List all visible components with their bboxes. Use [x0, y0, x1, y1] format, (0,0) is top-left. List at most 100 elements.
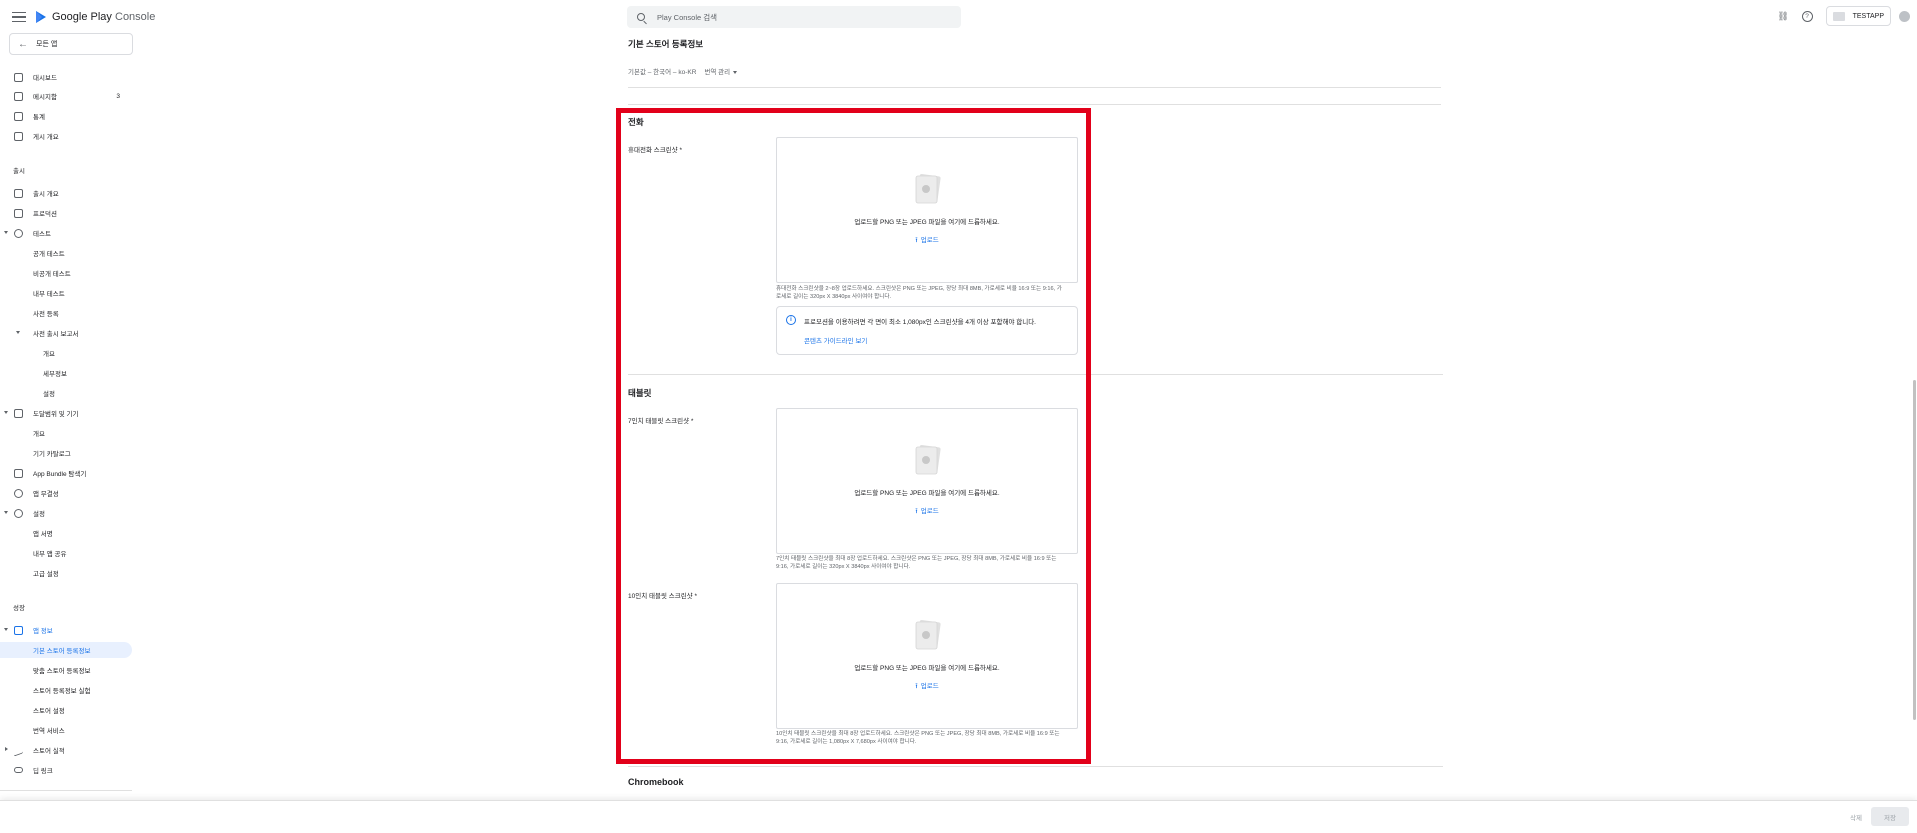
scrollbar[interactable] — [1912, 0, 1917, 800]
divider — [628, 766, 1443, 767]
sidebar-item-release-overview[interactable]: 출시 개요 — [0, 185, 132, 201]
sidebar-item-pre-launch-report[interactable]: 사전 출시 보고서 — [0, 325, 132, 341]
link-icon[interactable]: ⛓ — [1777, 11, 1788, 22]
sidebar-item-deep-links[interactable]: 딥 링크 — [0, 762, 132, 778]
sidebar-item-label: 앱 서명 — [33, 531, 53, 538]
app-thumbnail-icon — [1832, 11, 1845, 21]
sidebar-item-closed-testing[interactable]: 비공개 테스트 — [0, 265, 132, 281]
sidebar-item-open-testing[interactable]: 공개 테스트 — [0, 245, 132, 261]
sidebar-item-testing[interactable]: 테스트 — [0, 225, 132, 241]
sidebar-item-store-presence[interactable]: 앱 정보 — [0, 622, 132, 638]
help-line: 10인치 태블릿 스크린샷을 최대 8장 업로드하세요. 스크린샷은 PNG 또… — [776, 731, 1060, 737]
tablet10-help-text: 10인치 태블릿 스크린샷을 최대 8장 업로드하세요. 스크린샷은 PNG 또… — [776, 730, 1080, 746]
sidebar-item-inbox[interactable]: 메시지함 3 — [0, 88, 132, 104]
divider — [628, 104, 1441, 105]
upload-button[interactable]: ⭱ 업로드 — [777, 234, 1077, 247]
section-label-growth: 성장 — [13, 605, 25, 612]
chromebook-section-title: Chromebook — [628, 777, 684, 787]
sidebar-item-internal-app-sharing[interactable]: 내부 앱 공유 — [0, 545, 132, 561]
sidebar-item-app-signing[interactable]: 앱 서명 — [0, 525, 132, 541]
sidebar-item-label: 공개 테스트 — [33, 251, 65, 258]
chevron-down-icon — [4, 511, 8, 514]
search-placeholder: Play Console 검색 — [657, 12, 718, 22]
sidebar-item-main-store-listing[interactable]: 기본 스토어 등록정보 — [0, 642, 132, 658]
phone-help-text: 휴대전화 스크린샷을 2~8장 업로드하세요. 스크린샷은 PNG 또는 JPE… — [776, 285, 1080, 301]
sidebar-item-translation-service[interactable]: 번역 서비스 — [0, 722, 132, 738]
sidebar-item-label: 사전 출시 보고서 — [33, 331, 79, 338]
sidebar-item-label: 도달범위 및 기기 — [33, 411, 79, 418]
tablet7-screenshots-label: 7인치 태블릿 스크린샷 * — [628, 418, 694, 425]
sidebar-item-store-performance[interactable]: 스토어 실적 — [0, 742, 132, 758]
sidebar-item-reach-devices[interactable]: 도달범위 및 기기 — [0, 405, 132, 421]
all-apps-button[interactable]: ← 모든 앱 — [9, 33, 133, 55]
sidebar-item-label: 설정 — [33, 511, 45, 518]
manage-translations-button[interactable]: 번역 관리 — [704, 66, 737, 76]
sidebar-item-internal-testing[interactable]: 내부 테스트 — [0, 285, 132, 301]
promo-info-box: i 프로모션을 이용하려면 각 면이 최소 1,080px인 스크린샷을 4개 … — [776, 306, 1078, 355]
sidebar-item-label: 출시 개요 — [33, 191, 59, 198]
account-switcher[interactable]: TESTAPP — [1825, 6, 1891, 26]
search-input[interactable]: Play Console 검색 — [627, 6, 961, 28]
sidebar-item-prelaunch-settings[interactable]: 설정 — [0, 385, 132, 401]
upload-label: 업로드 — [920, 237, 939, 244]
tablet-section-title: 태블릿 — [628, 388, 652, 398]
image-placeholder-icon — [915, 174, 941, 204]
tablet10-screenshots-label: 10인치 태블릿 스크린샷 * — [628, 593, 697, 600]
sidebar-divider — [0, 790, 132, 791]
dashboard-icon — [14, 72, 23, 82]
help-line: 휴대전화 스크린샷을 2~8장 업로드하세요. 스크린샷은 PNG 또는 JPE… — [776, 286, 1062, 292]
upload-button[interactable]: ⭱ 업로드 — [777, 680, 1077, 693]
sidebar-item-label: 기본 스토어 등록정보 — [33, 648, 91, 655]
save-button[interactable]: 저장 — [1871, 807, 1909, 826]
help-icon[interactable]: ? — [1801, 10, 1813, 22]
bundle-icon — [14, 468, 23, 478]
sidebar-item-label: 기기 카탈로그 — [33, 451, 71, 458]
default-language: 기본값 – 한국어 – ko-KR — [628, 69, 697, 76]
top-actions: ⛓ ? TESTAPP — [1777, 5, 1917, 27]
sidebar-item-device-catalog[interactable]: 기기 카탈로그 — [0, 445, 132, 461]
sidebar-item-publishing-overview[interactable]: 게시 개요 — [0, 128, 132, 144]
chevron-down-icon — [4, 411, 8, 414]
sidebar-item-pre-registration[interactable]: 사전 등록 — [0, 305, 132, 321]
sidebar-item-label: 스토어 설정 — [33, 708, 65, 715]
sidebar-item-store-listing-experiments[interactable]: 스토어 등록정보 실험 — [0, 682, 132, 698]
sidebar-item-setup[interactable]: 설정 — [0, 505, 132, 521]
tablet7-screenshot-dropzone[interactable]: 업로드할 PNG 또는 JPEG 파일을 여기에 드롭하세요. ⭱ 업로드 — [776, 408, 1078, 554]
help-line: 7인치 태블릿 스크린샷을 최대 8장 업로드하세요. 스크린샷은 PNG 또는… — [776, 556, 1057, 562]
avatar[interactable] — [1899, 10, 1910, 22]
upload-label: 업로드 — [920, 683, 939, 690]
all-apps-label: 모든 앱 — [36, 41, 58, 48]
scrollbar-thumb[interactable] — [1913, 380, 1916, 720]
link-icon — [14, 767, 23, 773]
divider — [628, 87, 1441, 88]
sidebar-item-prelaunch-details[interactable]: 세부정보 — [0, 365, 132, 381]
sidebar-item-label: 사전 등록 — [33, 311, 59, 318]
sidebar-item-app-integrity[interactable]: 앱 무결성 — [0, 485, 132, 501]
sidebar-item-label: 고급 설정 — [33, 571, 59, 578]
info-icon: i — [786, 315, 796, 325]
inbox-count: 3 — [116, 92, 120, 100]
bar-chart-icon — [14, 111, 23, 121]
sidebar-item-store-settings[interactable]: 스토어 설정 — [0, 702, 132, 718]
sidebar-item-prelaunch-overview[interactable]: 개요 — [0, 345, 132, 361]
upload-button[interactable]: ⭱ 업로드 — [777, 505, 1077, 518]
sidebar-item-dashboard[interactable]: 대시보드 — [0, 69, 132, 85]
sidebar-item-advanced-settings[interactable]: 고급 설정 — [0, 565, 132, 581]
content-guidelines-link[interactable]: 콘텐츠 가이드라인 보기 — [804, 335, 867, 345]
sidebar-item-label: 메시지함 — [33, 94, 57, 101]
sidebar-item-label: 설정 — [43, 391, 55, 398]
phone-screenshot-dropzone[interactable]: 업로드할 PNG 또는 JPEG 파일을 여기에 드롭하세요. ⭱ 업로드 — [776, 137, 1078, 283]
sidebar-item-app-bundle-explorer[interactable]: App Bundle 탐색기 — [0, 465, 132, 481]
warning-icon — [14, 208, 23, 218]
brand-title: Google Play Console — [52, 11, 156, 23]
sidebar-item-custom-store-listings[interactable]: 맞춤 스토어 등록정보 — [0, 662, 132, 678]
discard-button[interactable]: 삭제 — [1850, 812, 1862, 822]
bottom-action-bar: 삭제 저장 — [0, 800, 1917, 833]
sidebar-item-production[interactable]: 프로덕션 — [0, 205, 132, 221]
divider — [628, 374, 1443, 375]
sidebar-item-reach-overview[interactable]: 개요 — [0, 425, 132, 441]
tablet10-screenshot-dropzone[interactable]: 업로드할 PNG 또는 JPEG 파일을 여기에 드롭하세요. ⭱ 업로드 — [776, 583, 1078, 729]
menu-icon[interactable] — [12, 10, 26, 24]
phone-screenshots-label: 휴대전화 스크린샷 * — [628, 147, 682, 154]
sidebar-item-statistics[interactable]: 통계 — [0, 108, 132, 124]
